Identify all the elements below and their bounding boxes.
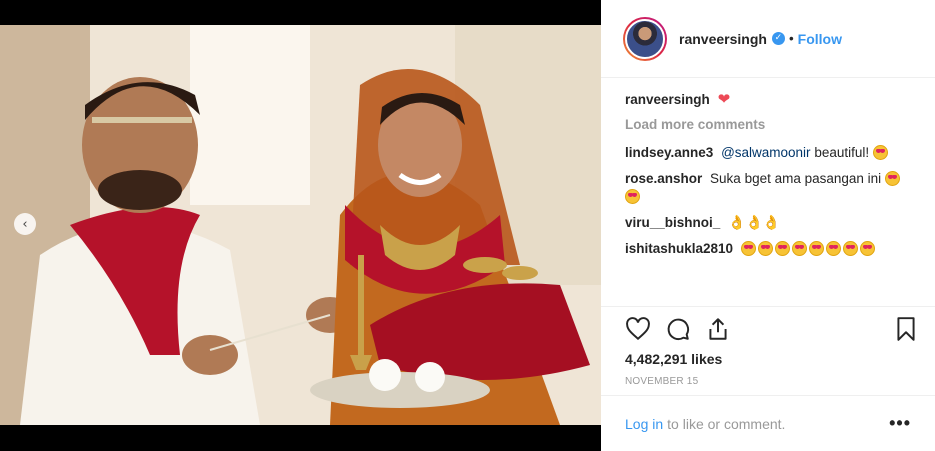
heart-eyes-emoji-icon [842,241,858,256]
comment-username[interactable]: lindsey.anne3 [625,145,713,160]
comment-text: beautiful! [814,145,870,160]
caption: ranveersingh ❤ [625,90,919,109]
heart-outline-icon[interactable] [625,316,651,342]
heart-eyes-emoji-icon [625,189,640,204]
heart-eyes-emoji-icon [859,241,875,256]
comment-icon[interactable] [665,316,691,342]
heart-eyes-emoji-icon [872,145,888,160]
caption-username[interactable]: ranveersingh [625,92,710,107]
comment-item: ishitashukla2810 [625,240,919,258]
bookmark-icon[interactable] [893,316,919,342]
heart-eyes-emoji-icon [825,241,841,256]
heart-eyes-emoji-icon [740,241,756,256]
header-separator: • [788,31,794,46]
header-username[interactable]: ranveersingh [679,31,767,47]
ok-hand-emoji-icons: 👌👌👌 [728,215,781,231]
avatar-image [625,18,665,59]
comment-item: lindsey.anne3 @salwamoonir beautiful! [625,144,919,162]
more-options-button[interactable]: ••• [889,413,911,434]
carousel-prev-chevron-left-icon[interactable]: ‹ [14,213,36,235]
action-icon-row [625,307,919,351]
comment-footer: Log in to like or comment. ••• [601,395,935,451]
share-icon[interactable] [705,316,731,342]
login-prompt-text: to like or comment. [667,415,786,432]
login-link[interactable]: Log in [625,416,663,432]
red-heart-emoji: ❤ [717,90,731,108]
verified-badge-icon: ✓ [771,32,785,45]
post-header: ranveersingh ✓ • Follow [601,0,935,78]
heart-eyes-emoji-icon [791,241,807,256]
post-photo[interactable] [0,25,601,425]
follow-button[interactable]: Follow [798,31,842,47]
post-date[interactable]: NOVEMBER 15 [625,376,919,387]
likes-count[interactable]: 4,482,291 likes [625,351,919,367]
comment-item: rose.anshor Suka bget ama pasangan ini [625,170,919,206]
load-more-comments-button[interactable]: Load more comments [625,117,919,132]
comments-section: ranveersingh ❤ Load more comments lindse… [601,78,935,305]
heart-eyes-emoji-icon [884,171,900,186]
avatar[interactable] [623,16,667,61]
heart-eyes-emoji-icon [757,241,773,256]
post-sidebar: ranveersingh ✓ • Follow ranveersingh ❤ L… [601,0,935,451]
heart-eyes-emoji-icon [774,241,790,256]
heart-eyes-emoji-row [740,241,877,256]
wedding-photo-illustration [0,25,601,425]
comment-text: Suka bget ama pasangan ini [710,171,882,186]
heart-eyes-emoji-icon [808,241,824,256]
post-actions: 4,482,291 likes NOVEMBER 15 [601,306,935,387]
comment-mention[interactable]: @salwamoonir [721,145,810,160]
comment-username[interactable]: ishitashukla2810 [625,241,733,256]
comment-item: viru__bishnoi_ 👌👌👌 [625,214,919,232]
comment-username[interactable]: rose.anshor [625,171,702,186]
comment-username[interactable]: viru__bishnoi_ [625,215,720,230]
photo-pane: ‹ [0,0,601,451]
